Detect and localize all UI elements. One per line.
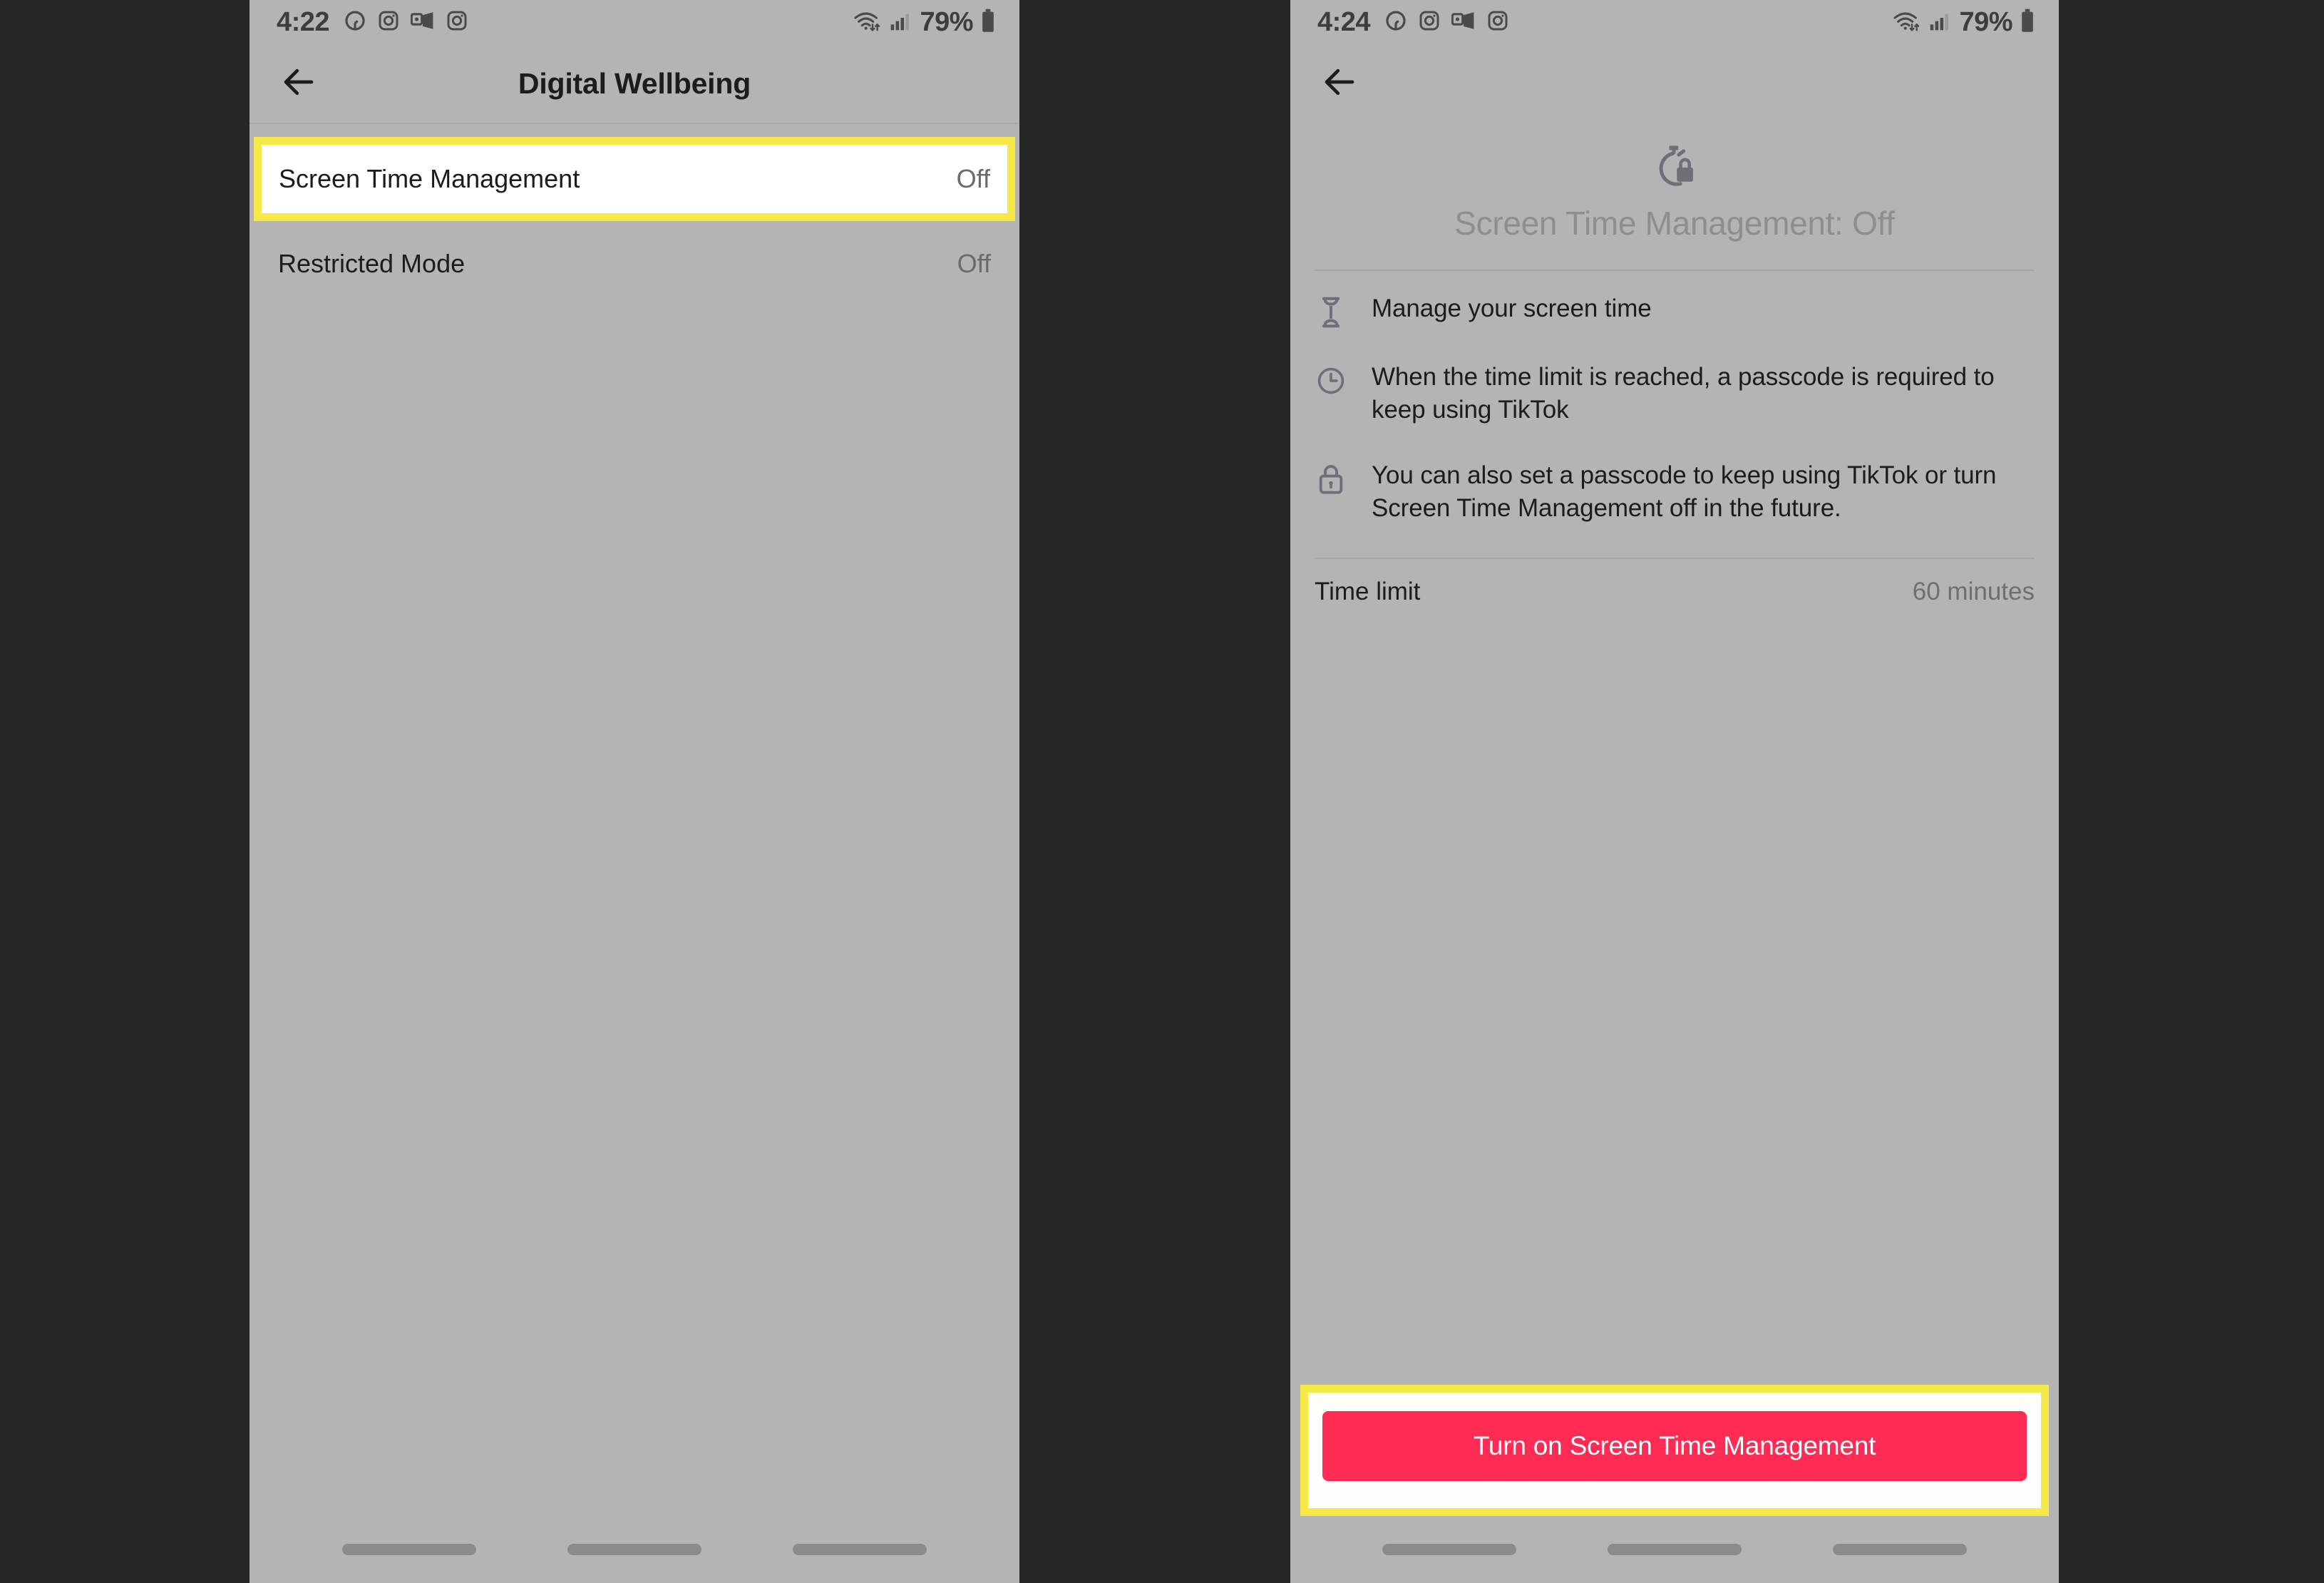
system-nav-bar <box>250 1516 1019 1583</box>
instagram-icon <box>377 9 400 36</box>
battery-percent-label: 79% <box>1959 6 2012 37</box>
feature-text: You can also set a passcode to keep usin… <box>1372 461 1997 522</box>
list-item-value: Off <box>956 164 990 193</box>
list-item-screen-time-management[interactable]: Screen Time Management Off <box>262 145 1007 213</box>
back-button[interactable] <box>1317 61 1362 106</box>
status-bar-left-group: 4:22 <box>277 7 468 38</box>
nav-pill[interactable] <box>1833 1544 1967 1555</box>
alexa-icon <box>1384 9 1407 36</box>
arrow-left-icon <box>279 63 318 105</box>
arrow-left-icon <box>1320 63 1359 105</box>
screen-time-hero: Screen Time Management: Off <box>1290 123 2059 242</box>
battery-icon <box>2020 9 2035 36</box>
turn-on-screen-time-management-button[interactable]: Turn on Screen Time Management <box>1322 1411 2027 1481</box>
screen-time-status-title: Screen Time Management: Off <box>1454 205 1895 242</box>
status-bar-right: 4:24 79% <box>1290 0 2059 44</box>
clock-icon <box>1315 361 1347 396</box>
nav-pill[interactable] <box>793 1544 927 1555</box>
feature-item: Manage your screen time <box>1315 292 2035 328</box>
feature-text: When the time limit is reached, a passco… <box>1372 363 1995 424</box>
instagram-icon <box>446 9 468 36</box>
status-bar-clock: 4:24 <box>1317 6 1371 37</box>
nav-pill[interactable] <box>342 1544 476 1555</box>
back-button[interactable] <box>277 61 321 106</box>
outlook-icon <box>1451 9 1476 36</box>
cta-highlight-box: Turn on Screen Time Management <box>1300 1385 2049 1516</box>
list-item-label: Restricted Mode <box>278 249 466 278</box>
left-phone-screen: 4:22 79% Digital Wellbeing Screen Time M… <box>250 0 1019 1583</box>
instagram-icon <box>1418 9 1441 36</box>
battery-icon <box>981 9 995 36</box>
screen-time-management-highlight: Screen Time Management Off <box>254 137 1015 221</box>
status-bar-clock: 4:22 <box>277 6 330 37</box>
right-phone-screen: 4:24 79% Screen Time Management: Off Man… <box>1290 0 2059 1583</box>
cellular-signal-icon <box>1928 9 1951 36</box>
feature-item: When the time limit is reached, a passco… <box>1315 361 2035 426</box>
instagram-icon <box>1486 9 1509 36</box>
feature-text: Manage your screen time <box>1372 294 1652 322</box>
status-bar-right-group: 79% <box>1892 7 2035 38</box>
time-limit-row[interactable]: Time limit 60 minutes <box>1290 559 2059 625</box>
nav-pill[interactable] <box>567 1544 701 1555</box>
battery-percent-label: 79% <box>920 6 973 37</box>
app-bar-right <box>1290 44 2059 123</box>
feature-item: You can also set a passcode to keep usin… <box>1315 459 2035 525</box>
outlook-icon <box>410 9 435 36</box>
wifi-icon <box>853 9 881 36</box>
page-title: Digital Wellbeing <box>518 66 751 100</box>
time-limit-value: 60 minutes <box>1912 578 2035 605</box>
status-bar-right-group: 79% <box>853 7 995 38</box>
feature-list: Manage your screen time When the time li… <box>1290 271 2059 525</box>
nav-pill[interactable] <box>1382 1544 1516 1555</box>
cta-button-label: Turn on Screen Time Management <box>1473 1431 1876 1460</box>
system-nav-bar <box>1290 1516 2059 1583</box>
nav-pill[interactable] <box>1608 1544 1742 1555</box>
hourglass-icon <box>1315 292 1347 328</box>
app-bar-left: Digital Wellbeing <box>250 44 1019 123</box>
list-item-label: Screen Time Management <box>279 164 580 193</box>
list-item-value: Off <box>957 249 991 278</box>
status-bar-left-group: 4:24 <box>1317 7 1509 38</box>
stopwatch-lock-icon <box>1290 144 2059 191</box>
time-limit-label: Time limit <box>1315 578 1421 605</box>
screenshot-stage: 4:22 79% Digital Wellbeing Screen Time M… <box>0 0 2324 1583</box>
alexa-icon <box>344 9 366 36</box>
wifi-icon <box>1892 9 1921 36</box>
cellular-signal-icon <box>889 9 912 36</box>
lock-icon <box>1315 459 1347 495</box>
list-item-restricted-mode[interactable]: Restricted Mode Off <box>250 221 1019 307</box>
settings-list: Screen Time Management Off Restricted Mo… <box>250 124 1019 307</box>
status-bar-left: 4:22 79% <box>250 0 1019 44</box>
